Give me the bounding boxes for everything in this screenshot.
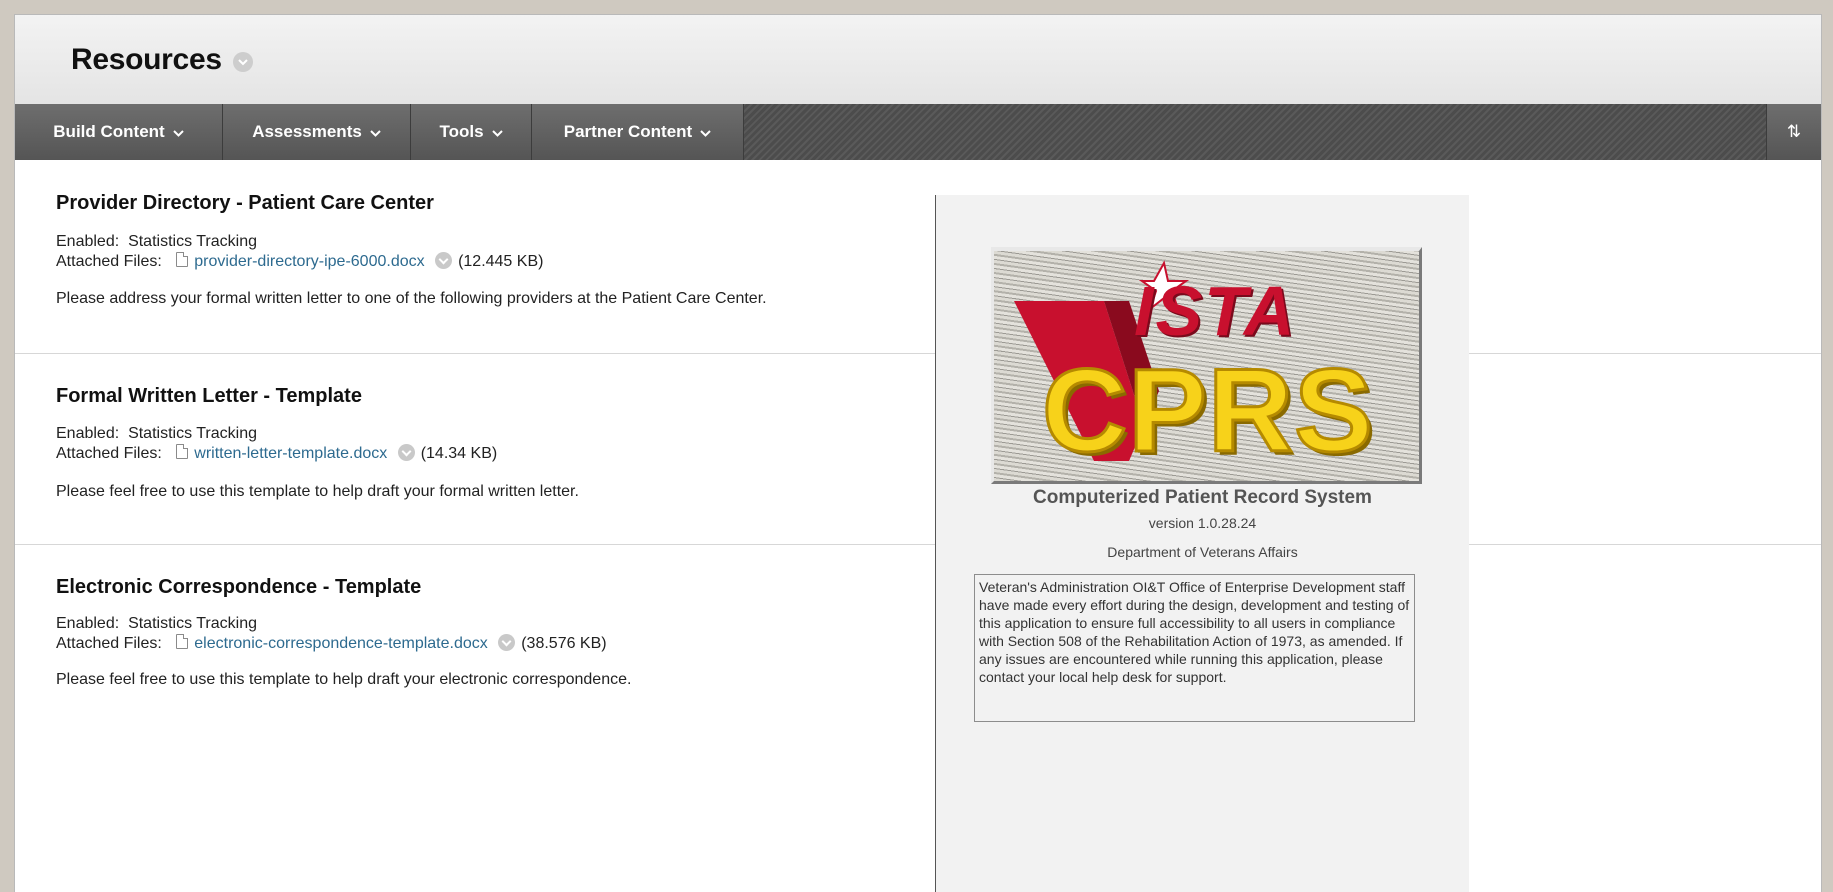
cprs-title: Computerized Patient Record System: [1033, 487, 1372, 508]
enabled-label: Enabled:: [56, 425, 120, 442]
content-item-title[interactable]: Provider Directory - Patient Care Center: [56, 192, 434, 215]
page-title: Resources: [71, 43, 222, 76]
document-icon: [176, 252, 189, 267]
vista-cprs-logo: ISTA CPRS: [991, 247, 1422, 484]
attached-file-link[interactable]: written-letter-template.docx: [194, 445, 387, 462]
page-header: Resources: [15, 15, 1821, 105]
attached-file-link[interactable]: electronic-correspondence-template.docx: [194, 635, 487, 652]
cprs-splash-panel: ISTA CPRS Computerized Patient Record Sy…: [935, 195, 1469, 892]
attached-files-label: Attached Files:: [56, 253, 162, 270]
document-icon: [176, 634, 189, 649]
sort-arrows-icon: ⇅: [1786, 122, 1802, 141]
attached-files-label: Attached Files:: [56, 635, 162, 652]
cprs-version: version 1.0.28.24: [1148, 515, 1257, 531]
file-size: (38.576 KB): [521, 635, 607, 652]
content-item-meta: Enabled: Statistics Tracking Attached Fi…: [56, 614, 607, 654]
build-content-label: Build Content: [53, 122, 165, 141]
assessments-label: Assessments: [252, 122, 362, 141]
enabled-value: Statistics Tracking: [128, 233, 257, 250]
content-item-title[interactable]: Electronic Correspondence - Template: [56, 576, 421, 599]
file-size: (12.445 KB): [458, 253, 544, 270]
tools-label: Tools: [439, 122, 484, 141]
enabled-value: Statistics Tracking: [128, 615, 257, 632]
item-divider: [15, 544, 1821, 545]
attached-files-label: Attached Files:: [56, 445, 162, 462]
logo-cprs-text: CPRS: [1041, 344, 1375, 479]
assessments-menu[interactable]: Assessments: [223, 104, 411, 160]
item-divider: [15, 353, 1821, 354]
attached-file-link[interactable]: provider-directory-ipe-6000.docx: [194, 253, 424, 270]
accessibility-notice: Veteran's Administration OI&T Office of …: [974, 574, 1415, 722]
file-options-chevron-icon[interactable]: [498, 634, 516, 651]
chevron-down-icon: [172, 125, 184, 140]
build-content-menu[interactable]: Build Content: [15, 104, 223, 160]
resources-frame: Resources Build Content Assessments Tool…: [14, 14, 1822, 892]
file-options-chevron-icon[interactable]: [397, 444, 415, 461]
logo-ista-text: ISTA: [1134, 272, 1297, 350]
cprs-department: Department of Veterans Affairs: [1107, 544, 1298, 560]
tools-menu[interactable]: Tools: [411, 104, 532, 160]
content-item-description: Please address your formal written lette…: [56, 290, 767, 307]
enabled-label: Enabled:: [56, 615, 120, 632]
partner-content-label: Partner Content: [563, 122, 693, 141]
file-options-chevron-icon[interactable]: [435, 252, 453, 269]
enabled-label: Enabled:: [56, 233, 120, 250]
chevron-down-icon: [700, 125, 711, 140]
chevron-down-icon: [370, 125, 381, 140]
file-size: (14.34 KB): [420, 445, 498, 462]
content-item-description: Please feel free to use this template to…: [56, 671, 632, 688]
content-item-meta: Enabled: Statistics Tracking Attached Fi…: [56, 232, 543, 272]
content-item-description: Please feel free to use this template to…: [56, 483, 579, 500]
partner-content-menu[interactable]: Partner Content: [532, 104, 744, 160]
chevron-down-icon: [491, 125, 503, 140]
content-item-meta: Enabled: Statistics Tracking Attached Fi…: [56, 424, 497, 464]
action-toolbar: Build Content Assessments Tools Partner …: [15, 104, 1821, 160]
document-icon: [176, 444, 189, 459]
content-item-title[interactable]: Formal Written Letter - Template: [56, 385, 362, 408]
title-options-chevron-icon[interactable]: [233, 52, 253, 72]
enabled-value: Statistics Tracking: [128, 425, 257, 442]
sort-items-button[interactable]: ⇅: [1766, 104, 1821, 160]
